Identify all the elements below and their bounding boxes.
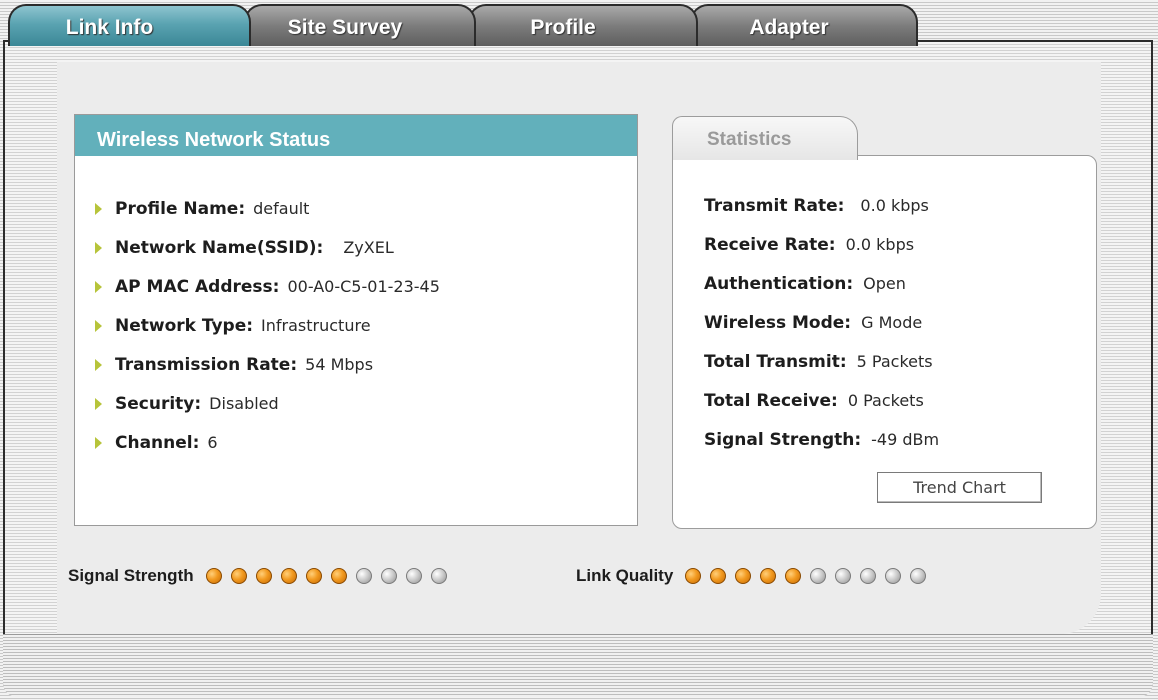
bullet-arrow-icon bbox=[95, 397, 102, 410]
statistics-panel: Transmit Rate: 0.0 kbps Receive Rate: 0.… bbox=[672, 155, 1097, 529]
stat-value: 5 Packets bbox=[856, 352, 933, 371]
led-off-icon bbox=[430, 568, 447, 584]
led-on-icon bbox=[330, 568, 347, 584]
signal-strength-leds bbox=[205, 568, 456, 584]
panel-title: Wireless Network Status bbox=[75, 115, 637, 156]
led-on-icon bbox=[280, 568, 297, 584]
led-on-icon bbox=[735, 568, 752, 584]
bullet-arrow-icon bbox=[95, 358, 102, 371]
stat-label: Total Transmit: bbox=[704, 351, 847, 372]
stat-label: Receive Rate: bbox=[704, 234, 836, 255]
stat-value: G Mode bbox=[861, 313, 923, 332]
status-row-ap-mac: AP MAC Address: 00-A0-C5-01-23-45 bbox=[95, 267, 440, 306]
status-list: Profile Name: default Network Name(SSID)… bbox=[95, 189, 440, 462]
statistics-list: Transmit Rate: 0.0 kbps Receive Rate: 0.… bbox=[704, 186, 939, 459]
tab-label: Link Info bbox=[65, 16, 154, 39]
led-off-icon bbox=[380, 568, 397, 584]
stat-row-total-transmit: Total Transmit: 5 Packets bbox=[704, 342, 939, 381]
led-on-icon bbox=[785, 568, 802, 584]
signal-strength-indicator: Signal Strength bbox=[68, 566, 456, 586]
status-row-channel: Channel: 6 bbox=[95, 423, 440, 462]
indicator-label: Link Quality bbox=[576, 566, 674, 585]
stat-row-total-receive: Total Receive: 0 Packets bbox=[704, 381, 939, 420]
status-value: 00-A0-C5-01-23-45 bbox=[287, 277, 440, 296]
led-on-icon bbox=[710, 568, 727, 584]
bullet-arrow-icon bbox=[95, 280, 102, 293]
stat-value: 0.0 kbps bbox=[845, 235, 915, 254]
status-label: Security: bbox=[115, 393, 202, 414]
status-row-ssid: Network Name(SSID): ZyXEL bbox=[95, 228, 440, 267]
led-off-icon bbox=[355, 568, 372, 584]
led-on-icon bbox=[230, 568, 247, 584]
link-quality-leds bbox=[685, 568, 935, 584]
led-off-icon bbox=[835, 568, 852, 584]
status-value: Disabled bbox=[209, 394, 279, 413]
led-off-icon bbox=[885, 568, 902, 584]
status-value: default bbox=[253, 199, 310, 218]
status-label: Network Name(SSID): bbox=[115, 237, 324, 258]
stat-value: 0.0 kbps bbox=[860, 196, 929, 215]
status-row-security: Security: Disabled bbox=[95, 384, 440, 423]
indicator-label: Signal Strength bbox=[68, 566, 194, 585]
statistics-tab: Statistics bbox=[672, 116, 858, 160]
status-value: Infrastructure bbox=[261, 316, 371, 335]
stat-label: Signal Strength: bbox=[704, 429, 862, 450]
led-on-icon bbox=[255, 568, 272, 584]
stat-label: Transmit Rate: bbox=[704, 195, 845, 216]
stat-value: -49 dBm bbox=[871, 430, 940, 449]
tab-label: Site Survey bbox=[287, 16, 403, 39]
status-label: Channel: bbox=[115, 432, 200, 453]
led-off-icon bbox=[810, 568, 827, 584]
wireless-network-status-panel: Wireless Network Status Profile Name: de… bbox=[74, 114, 638, 526]
stat-row-receive-rate: Receive Rate: 0.0 kbps bbox=[704, 225, 939, 264]
status-row-network-type: Network Type: Infrastructure bbox=[95, 306, 440, 345]
bullet-arrow-icon bbox=[95, 319, 102, 332]
tab-site-survey[interactable]: Site Survey bbox=[244, 4, 476, 46]
stat-label: Authentication: bbox=[704, 273, 854, 294]
tab-bar: Link Info Site Survey Profile Adapter bbox=[0, 0, 1158, 50]
led-on-icon bbox=[685, 568, 702, 584]
stat-row-wireless-mode: Wireless Mode: G Mode bbox=[704, 303, 939, 342]
led-on-icon bbox=[760, 568, 777, 584]
stat-row-transmit-rate: Transmit Rate: 0.0 kbps bbox=[704, 186, 939, 225]
status-label: Network Type: bbox=[115, 315, 254, 336]
link-quality-indicator: Link Quality bbox=[576, 566, 935, 586]
tab-profile[interactable]: Profile bbox=[468, 4, 698, 46]
bullet-arrow-icon bbox=[95, 241, 102, 254]
stat-label: Total Receive: bbox=[704, 390, 838, 411]
status-label: AP MAC Address: bbox=[115, 276, 280, 297]
bottom-band bbox=[3, 634, 1153, 697]
tab-label: Adapter bbox=[749, 16, 829, 39]
bullet-arrow-icon bbox=[95, 202, 102, 215]
led-off-icon bbox=[910, 568, 927, 584]
stat-value: Open bbox=[863, 274, 906, 293]
led-off-icon bbox=[860, 568, 877, 584]
status-value: ZyXEL bbox=[343, 238, 394, 257]
tab-link-info[interactable]: Link Info bbox=[8, 4, 251, 46]
stat-row-authentication: Authentication: Open bbox=[704, 264, 939, 303]
trend-chart-button[interactable]: Trend Chart bbox=[877, 472, 1042, 503]
status-row-profile-name: Profile Name: default bbox=[95, 189, 440, 228]
status-label: Transmission Rate: bbox=[115, 354, 298, 375]
status-value: 6 bbox=[207, 433, 218, 452]
tab-label: Profile bbox=[530, 16, 596, 39]
bullet-arrow-icon bbox=[95, 436, 102, 449]
led-on-icon bbox=[205, 568, 222, 584]
stat-label: Wireless Mode: bbox=[704, 312, 852, 333]
led-off-icon bbox=[405, 568, 422, 584]
stat-value: 0 Packets bbox=[847, 391, 924, 410]
status-label: Profile Name: bbox=[115, 198, 246, 219]
led-on-icon bbox=[305, 568, 322, 584]
status-value: 54 Mbps bbox=[305, 355, 374, 374]
stat-row-signal-strength: Signal Strength: -49 dBm bbox=[704, 420, 939, 459]
tab-adapter[interactable]: Adapter bbox=[690, 4, 918, 46]
status-row-transmission-rate: Transmission Rate: 54 Mbps bbox=[95, 345, 440, 384]
